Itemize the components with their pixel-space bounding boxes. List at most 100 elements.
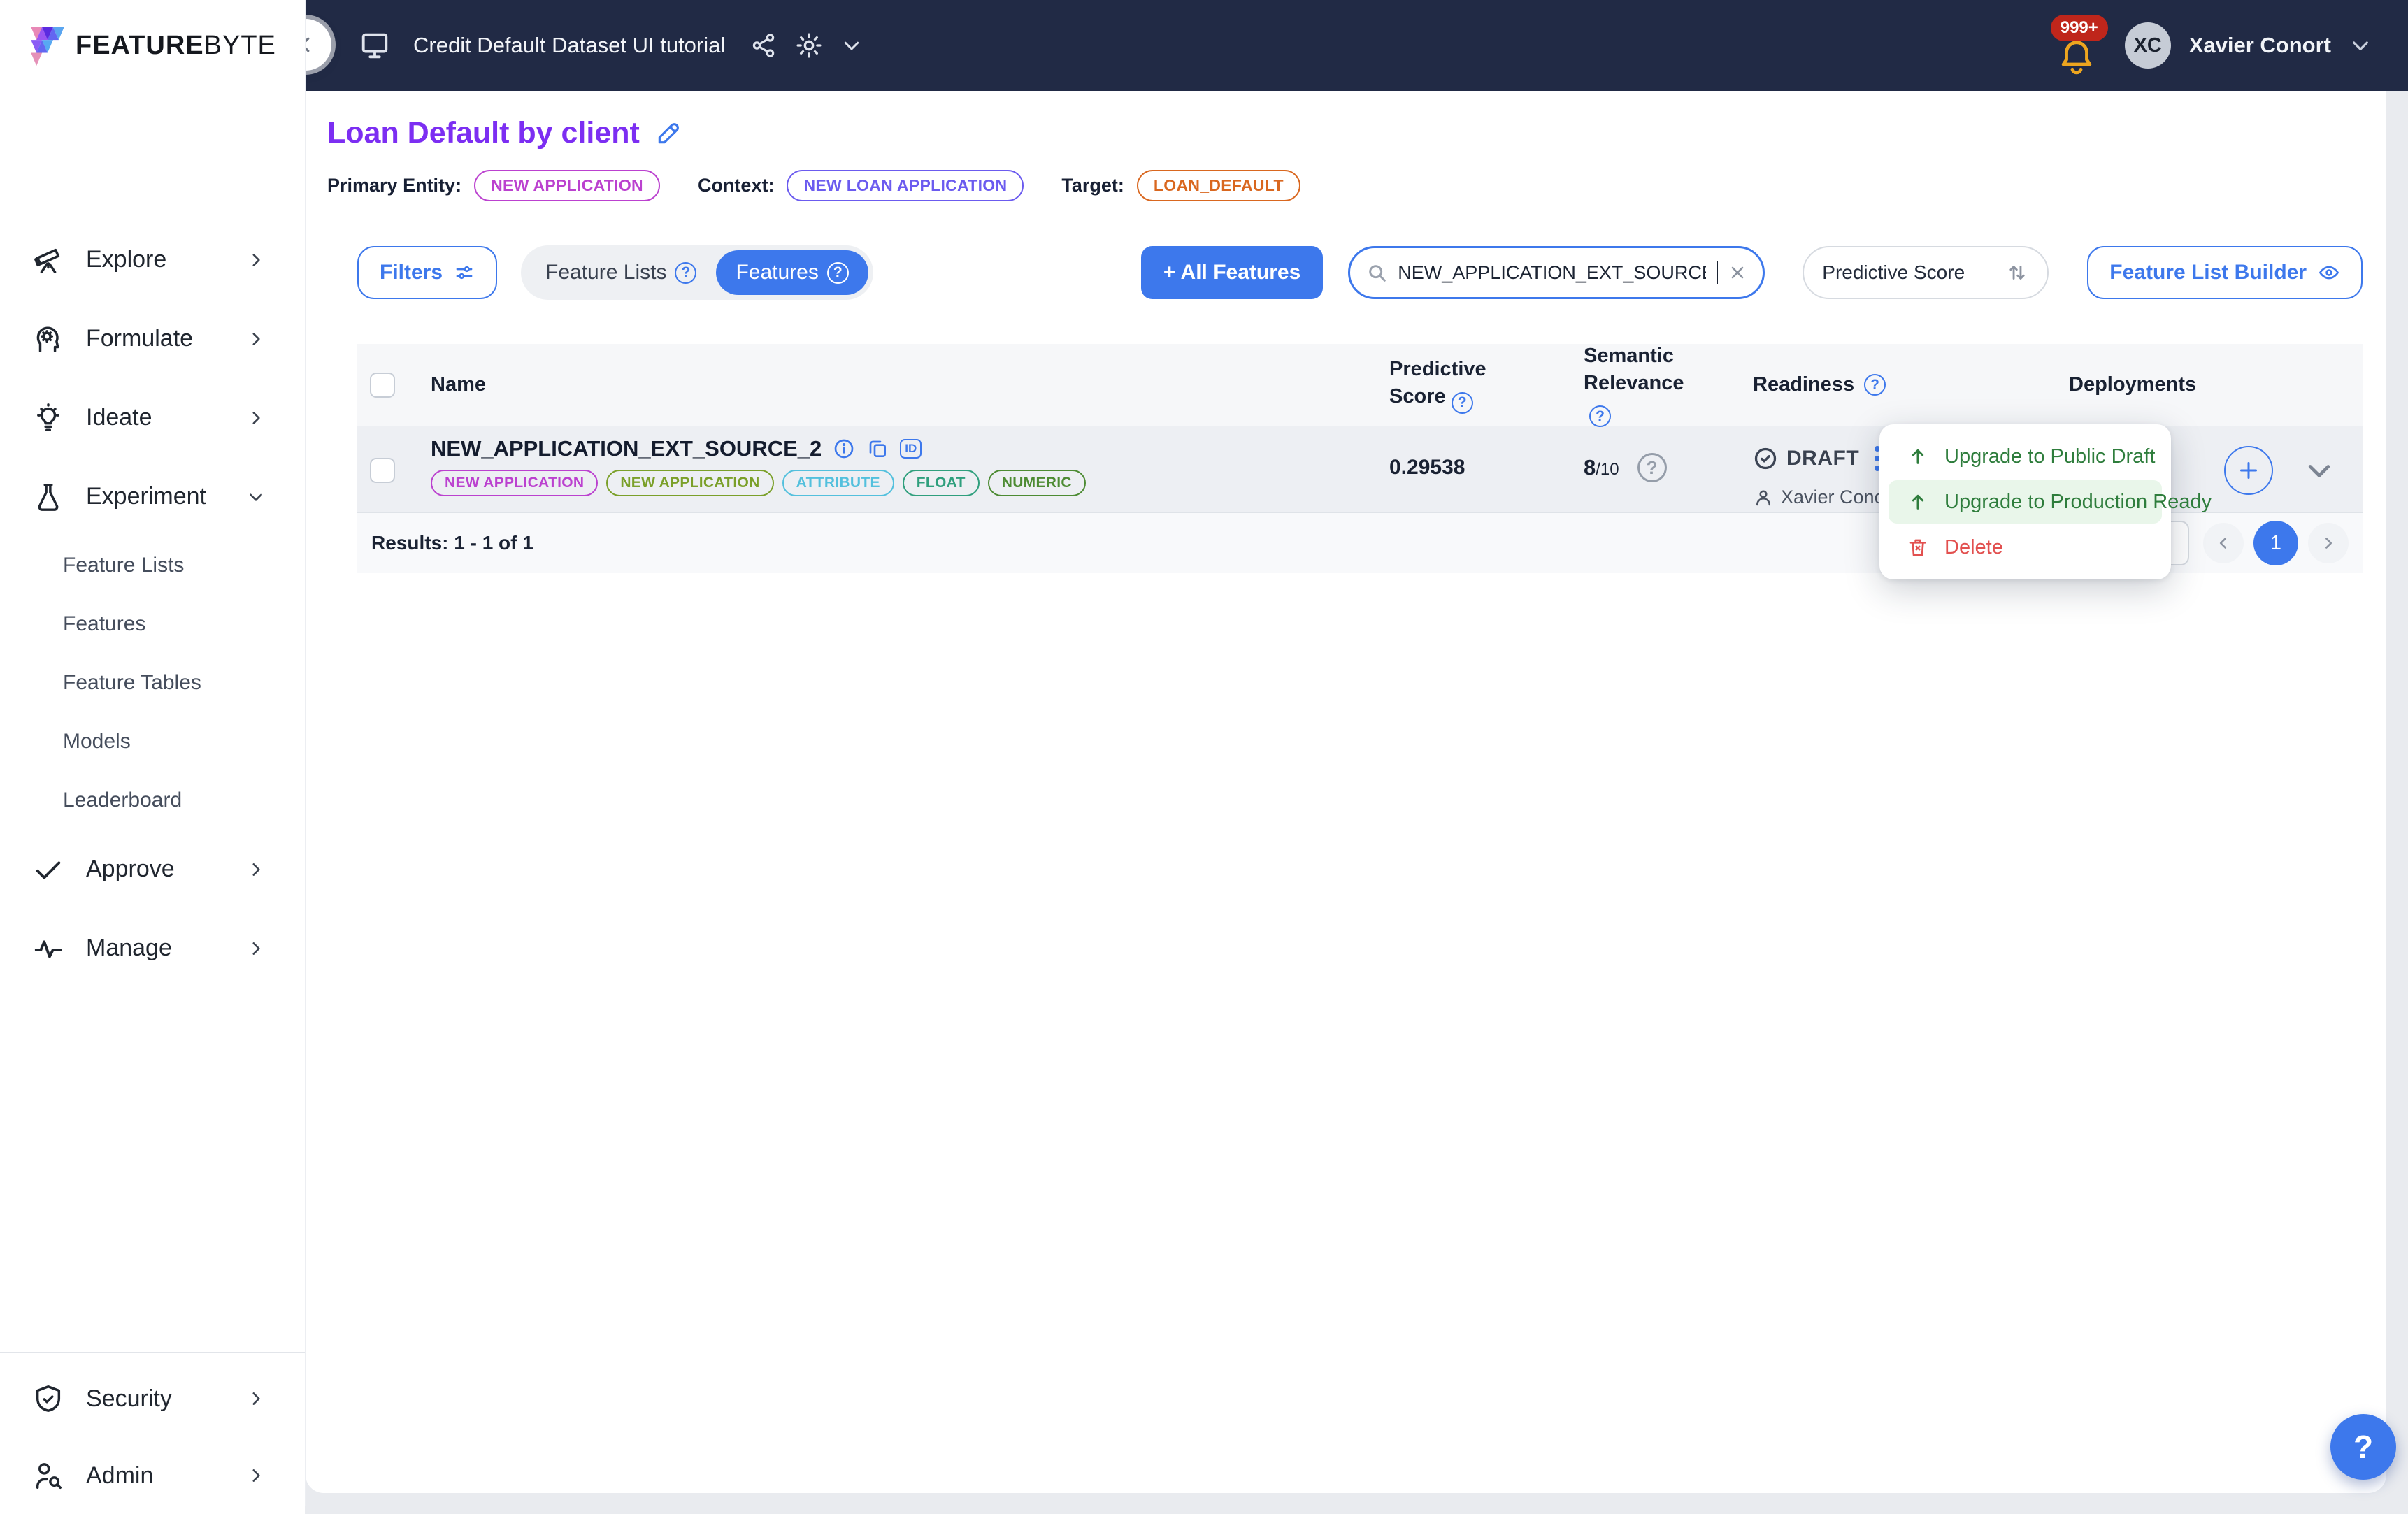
- sidebar-item-security[interactable]: Security: [0, 1360, 305, 1437]
- help-icon[interactable]: ?: [826, 261, 849, 284]
- lightbulb-icon: [31, 402, 65, 434]
- tag-float: FLOAT: [902, 470, 980, 496]
- next-page-button[interactable]: [2308, 523, 2349, 563]
- readiness-context-menu: Upgrade to Public Draft Upgrade to Produ…: [1879, 424, 2212, 579]
- page-title: Loan Default by client: [327, 116, 640, 150]
- chevron-down-icon[interactable]: [2349, 34, 2372, 57]
- feature-name[interactable]: NEW_APPLICATION_EXT_SOURCE_2: [431, 436, 822, 461]
- sidebar-item-formulate[interactable]: Formulate: [0, 299, 305, 378]
- user-search-icon: [31, 1459, 65, 1492]
- add-deployment-button[interactable]: [2224, 446, 2273, 495]
- all-features-button[interactable]: + All Features: [1140, 246, 1324, 299]
- tag-attribute: ATTRIBUTE: [782, 470, 894, 496]
- sidebar-item-explore[interactable]: Explore: [0, 220, 305, 299]
- menu-item-upgrade-production-ready[interactable]: Upgrade to Production Ready: [1889, 480, 2212, 524]
- chevron-down-icon[interactable]: [841, 35, 862, 56]
- pulse-icon: [31, 932, 65, 965]
- sidebar-item-experiment[interactable]: Experiment: [0, 457, 305, 536]
- menu-item-upgrade-public-draft[interactable]: Upgrade to Public Draft: [1889, 435, 2162, 478]
- help-icon[interactable]: ?: [1451, 391, 1473, 414]
- user-name: Xavier Conort: [2188, 33, 2331, 57]
- tab-label: Features: [736, 261, 819, 284]
- sidebar-item-feature-tables[interactable]: Feature Tables: [0, 654, 305, 712]
- search-input[interactable]: NEW_APPLICATION_EXT_SOURCE_2: [1348, 246, 1765, 299]
- trash-icon: [1907, 536, 1929, 558]
- check-icon: [31, 853, 65, 886]
- sidebar-item-label: Ideate: [86, 404, 152, 431]
- tab-label: Feature Lists: [545, 261, 667, 284]
- feature-tags: NEW APPLICATION NEW APPLICATION ATTRIBUT…: [431, 470, 1329, 496]
- share-icon[interactable]: [750, 32, 777, 59]
- chevron-right-icon: [239, 860, 273, 879]
- primary-entity-pill[interactable]: NEW APPLICATION: [474, 170, 660, 201]
- copy-icon[interactable]: [866, 438, 889, 460]
- sidebar-item-admin[interactable]: Admin: [0, 1437, 305, 1514]
- column-header-readiness[interactable]: Readiness: [1753, 373, 1854, 396]
- filters-label: Filters: [380, 261, 443, 284]
- sidebar-item-features[interactable]: Features: [0, 595, 305, 654]
- current-page-button[interactable]: 1: [2253, 521, 2298, 565]
- notifications-button[interactable]: 999+: [2050, 13, 2108, 78]
- catalog-header: Credit Default Dataset UI tutorial: [306, 29, 862, 62]
- target-label: Target:: [1061, 175, 1124, 196]
- info-icon[interactable]: [833, 438, 855, 460]
- chevron-right-icon: [239, 409, 273, 427]
- column-header-name[interactable]: Name: [431, 373, 486, 396]
- sidebar-item-models[interactable]: Models: [0, 712, 305, 771]
- tab-feature-lists[interactable]: Feature Lists ?: [526, 250, 716, 295]
- context-label: Context:: [697, 175, 775, 196]
- filters-button[interactable]: Filters: [357, 246, 498, 299]
- sidebar-item-label: Manage: [86, 935, 172, 961]
- user-avatar[interactable]: XC: [2124, 22, 2171, 69]
- table-header-row: Name Predictive Score? Semantic Relevanc…: [357, 343, 2363, 428]
- sidebar-item-manage[interactable]: Manage: [0, 909, 305, 988]
- column-header-predictive-score[interactable]: Predictive Score?: [1389, 356, 1508, 414]
- sort-value: Predictive Score: [1822, 261, 1965, 283]
- previous-page-button[interactable]: [2203, 523, 2244, 563]
- user-icon: [1753, 487, 1774, 508]
- column-header-deployments[interactable]: Deployments: [2069, 373, 2196, 396]
- row-checkbox[interactable]: [370, 458, 395, 483]
- edit-pencil-icon[interactable]: [655, 120, 682, 147]
- sidebar-item-leaderboard[interactable]: Leaderboard: [0, 771, 305, 830]
- tag-numeric: NUMERIC: [987, 470, 1086, 496]
- brand-logo[interactable]: FEATUREBYTE: [0, 0, 305, 91]
- sidebar-item-feature-lists[interactable]: Feature Lists: [0, 536, 305, 595]
- help-icon[interactable]: ?: [1589, 405, 1611, 428]
- chevron-right-icon: [239, 1390, 273, 1408]
- chevron-right-icon: [239, 330, 273, 348]
- sidebar-item-ideate[interactable]: Ideate: [0, 378, 305, 457]
- tag-table: NEW APPLICATION: [606, 470, 774, 496]
- select-all-checkbox[interactable]: [370, 372, 395, 398]
- id-icon[interactable]: ID: [900, 439, 922, 459]
- menu-item-label: Upgrade to Public Draft: [1944, 445, 2156, 468]
- tab-features[interactable]: Features ?: [716, 250, 868, 295]
- sort-select[interactable]: Predictive Score: [1803, 246, 2049, 299]
- sidebar-item-label: Formulate: [86, 325, 194, 352]
- menu-item-delete[interactable]: Delete: [1889, 526, 2162, 569]
- builder-label: Feature List Builder: [2109, 261, 2307, 284]
- help-fab-button[interactable]: ?: [2330, 1414, 2396, 1480]
- feature-list-builder-button[interactable]: Feature List Builder: [2087, 246, 2363, 299]
- predictive-score-value: 0.29538: [1389, 456, 1465, 479]
- sidebar-item-approve[interactable]: Approve: [0, 830, 305, 909]
- chevron-right-icon: [239, 251, 273, 269]
- semantic-relevance-value: 8/10: [1584, 455, 1619, 480]
- primary-entity-label: Primary Entity:: [327, 175, 462, 196]
- telescope-icon: [31, 244, 65, 276]
- shield-check-icon: [31, 1383, 65, 1415]
- help-icon[interactable]: ?: [1637, 453, 1667, 482]
- target-pill[interactable]: LOAN_DEFAULT: [1136, 170, 1300, 201]
- context-pill[interactable]: NEW LOAN APPLICATION: [787, 170, 1024, 201]
- chevron-down-icon: [239, 488, 273, 506]
- gear-icon[interactable]: [795, 31, 823, 59]
- help-icon[interactable]: ?: [675, 261, 697, 284]
- results-count: Results: 1 - 1 of 1: [371, 532, 533, 554]
- expand-row-chevron-icon[interactable]: [2304, 455, 2335, 486]
- clear-search-icon[interactable]: [1728, 263, 1747, 282]
- search-icon: [1366, 261, 1388, 284]
- column-header-semantic-relevance[interactable]: Semantic Relevance?: [1584, 343, 1703, 428]
- sort-arrows-icon: [2005, 261, 2029, 284]
- help-icon[interactable]: ?: [1864, 374, 1886, 396]
- sidebar-nav: Explore Formulate Ideate Experiment Feat…: [0, 220, 305, 988]
